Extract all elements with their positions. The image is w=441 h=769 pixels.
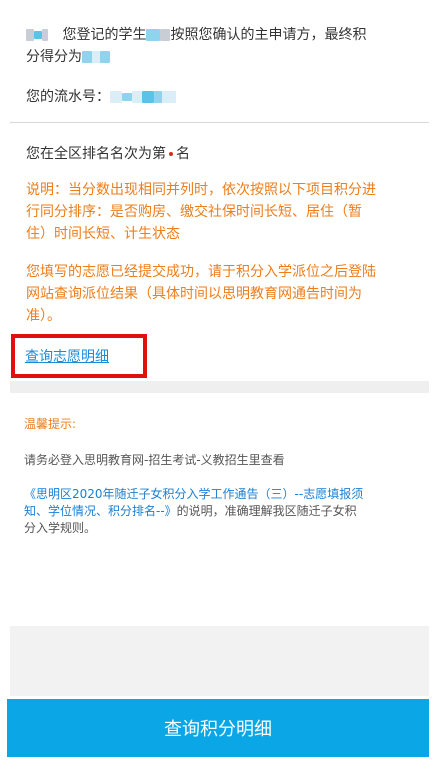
submitted-line: 网站查询派位结果（具体时间以思明教育网通告时间为 [26,286,362,302]
tips-notice: 《思明区2020年随迁子女积分入学工作通告（三）--志愿填报须 知、学位情况、积… [24,486,420,537]
tips-section: 温馨提示: 请务必登入思明教育网-招生考试-义教招生里查看 《思明区2020年随… [10,393,429,626]
result-text-1b: 按照您确认的主申请方，最终积 [170,27,367,43]
tie-rule-line: 住）时间长短、计生状态 [26,226,180,242]
redacted-rank [169,152,173,156]
notice-link[interactable]: 《思明区2020年随迁子女积分入学工作通告（三）--志愿填报须 [24,487,363,501]
submitted-line: 您填写的志愿已经提交成功，请于积分入学派位之后登陆 [26,264,376,280]
rank-suffix: 名 [176,146,190,162]
query-points-button[interactable]: 查询积分明细 [7,699,429,757]
tie-rule-line: 说明：当分数出现相同并列时，依次按照以下项目积分进 [26,182,376,198]
redacted-block [26,29,34,41]
bottom-spacer [10,626,429,696]
view-choices-link[interactable]: 查询志愿明细 [25,346,109,366]
result-line-1: 您登记的学生 按照您确认的主申请方，最终积 [26,24,366,46]
redacted-serial [122,93,132,101]
redacted-block [34,31,42,39]
tips-title: 温馨提示: [24,417,77,431]
redacted-serial [142,91,154,103]
tie-rule-line: 行同分排序：是否购房、缴交社保时间长短、居住（暂 [26,204,362,220]
redacted-serial [110,91,122,103]
redacted-score [100,51,110,63]
result-card: 您登记的学生 按照您确认的主申请方，最终积 分得分为 您的流水号： [10,0,429,123]
notice-tail: 的说明，准确理解我区随迁子女积 [176,504,357,518]
tie-rule-note: 说明：当分数出现相同并列时，依次按照以下项目积分进 行同分排序：是否购房、缴交社… [26,179,421,245]
redacted-serial [132,91,142,103]
view-choices-highlight: 查询志愿明细 [11,334,147,378]
score-label: 分得分为 [26,49,82,65]
redacted-score [82,51,92,63]
serial-label: 您的流水号： [26,89,110,105]
result-line-2: 分得分为 [26,46,110,68]
redacted-serial [162,91,176,103]
redacted-block [42,29,48,41]
section-divider [10,381,429,393]
redacted-name [160,29,171,41]
tips-line: 请务必登入思明教育网-招生考试-义教招生里查看 [24,453,285,467]
redacted-name [146,29,161,41]
submitted-line: 准）。 [26,308,61,324]
notice-link[interactable]: 知、学位情况、积分排名--》 [24,504,177,518]
redacted-serial [154,91,162,103]
notice-tail: 分入学规则。 [24,521,97,535]
redacted-score [92,51,100,63]
serial-line: 您的流水号： [26,86,176,108]
rank-text: 您在全区排名名次为第名 [26,143,190,163]
rank-prefix: 您在全区排名名次为第 [26,146,166,162]
submitted-note: 您填写的志愿已经提交成功，请于积分入学派位之后登陆 网站查询派位结果（具体时间以… [26,261,421,327]
result-text-1a: 您登记的学生 [62,27,147,43]
